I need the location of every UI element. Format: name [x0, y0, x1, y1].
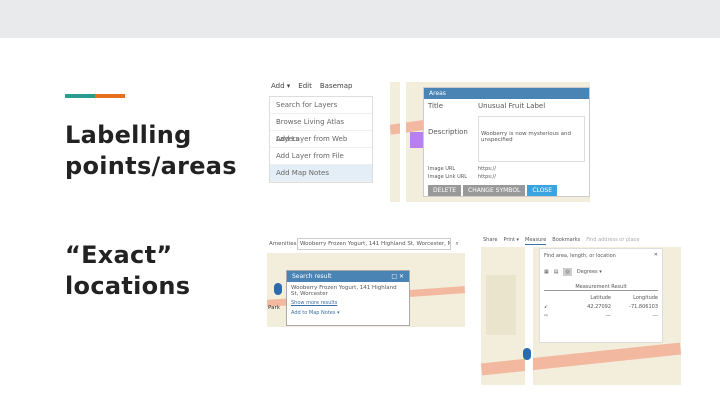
image-url-label: Image URL	[428, 166, 456, 172]
menu-item-add-file[interactable]: Add Layer from File	[270, 148, 372, 165]
search-label: Amenities	[269, 241, 297, 247]
menu-item-search-layers[interactable]: Search for Layers	[270, 97, 372, 114]
distance-tool-icon[interactable]: ▤	[554, 269, 559, 275]
share-button[interactable]: Share	[483, 237, 497, 245]
location-pin-icon[interactable]	[523, 348, 531, 360]
popup-title: Areas	[424, 88, 589, 99]
image-link-label: Image Link URL	[428, 174, 467, 180]
delete-button[interactable]: DELETE	[428, 185, 462, 196]
image-link-input[interactable]: https://	[478, 174, 496, 180]
change-symbol-button[interactable]: CHANGE SYMBOL	[463, 185, 526, 196]
latitude-value: 42.27092	[587, 304, 611, 310]
find-address-input[interactable]: Find address or place	[586, 237, 639, 245]
unit-dropdown[interactable]: Degrees ▾	[577, 269, 602, 275]
location-pin-icon[interactable]	[274, 283, 282, 295]
longitude-header: Longitude	[633, 295, 658, 301]
menu-item-add-web[interactable]: Add Layer from Web	[270, 131, 372, 148]
heading-labelling: Labelling points/areas	[65, 121, 237, 180]
add-menu-screenshot: Add ▾ Edit Basemap Search for Layers Bro…	[267, 80, 375, 184]
description-editor[interactable]: Wooberry is now mysterious and unspecifi…	[478, 116, 585, 162]
print-button[interactable]: Print ▾	[503, 237, 519, 245]
measure-screenshot: Share Print ▾ Measure Bookmarks Find add…	[481, 235, 681, 385]
menu-item-browse-atlas[interactable]: Browse Living Atlas Layers	[270, 114, 372, 143]
map-label: Park	[268, 305, 280, 311]
search-input[interactable]: Wooberry Frozen Yogurt, 141 Highland St,…	[297, 238, 451, 250]
heading-exact-locations: “Exact” locations	[65, 241, 191, 300]
menu-item-add-map-notes[interactable]: Add Map Notes	[270, 165, 372, 182]
result-title: Measurement Result	[544, 284, 658, 291]
basemap-button[interactable]: Basemap	[320, 82, 353, 92]
edit-button[interactable]: Edit	[298, 82, 312, 92]
bookmarks-button[interactable]: Bookmarks	[552, 237, 580, 245]
title-input[interactable]: Unusual Fruit Label	[478, 102, 545, 110]
accent-bar	[65, 94, 125, 98]
add-to-map-notes-link[interactable]: Add to Map Notes ▾	[287, 306, 409, 320]
longitude-value: -71.806103	[629, 304, 658, 310]
title-label: Title	[428, 102, 444, 110]
image-url-input[interactable]: https://	[478, 166, 496, 172]
search-result-header: Search result □ ✕	[287, 271, 409, 282]
cursor-icon: ➹	[544, 304, 549, 310]
search-screenshot: Amenities Wooberry Frozen Yogurt, 141 Hi…	[267, 235, 465, 327]
latitude-header: Latitude	[590, 295, 611, 301]
arrow-icon: ⇨	[544, 313, 549, 319]
measure-button[interactable]: Measure	[525, 237, 547, 245]
search-result-text: Wooberry Frozen Yogurt, 141 Highland St,…	[291, 285, 397, 297]
longitude-empty: ---	[652, 313, 658, 319]
add-button[interactable]: Add ▾	[271, 82, 290, 92]
close-icon[interactable]: □ ✕	[391, 273, 404, 280]
search-icon[interactable]: ⌕	[451, 241, 463, 248]
area-tool-icon[interactable]: ▦	[544, 269, 549, 275]
close-button[interactable]: CLOSE	[527, 185, 558, 196]
map-notes-screenshot: Areas Title Unusual Fruit Label Descripti…	[390, 82, 590, 202]
close-icon[interactable]: ✕	[654, 252, 658, 258]
latitude-empty: ---	[605, 313, 611, 319]
description-label: Description	[428, 128, 468, 136]
top-bar	[0, 0, 720, 38]
measure-prompt: Find area, length, or location	[544, 253, 616, 259]
location-tool-icon[interactable]: ◎	[563, 268, 572, 276]
